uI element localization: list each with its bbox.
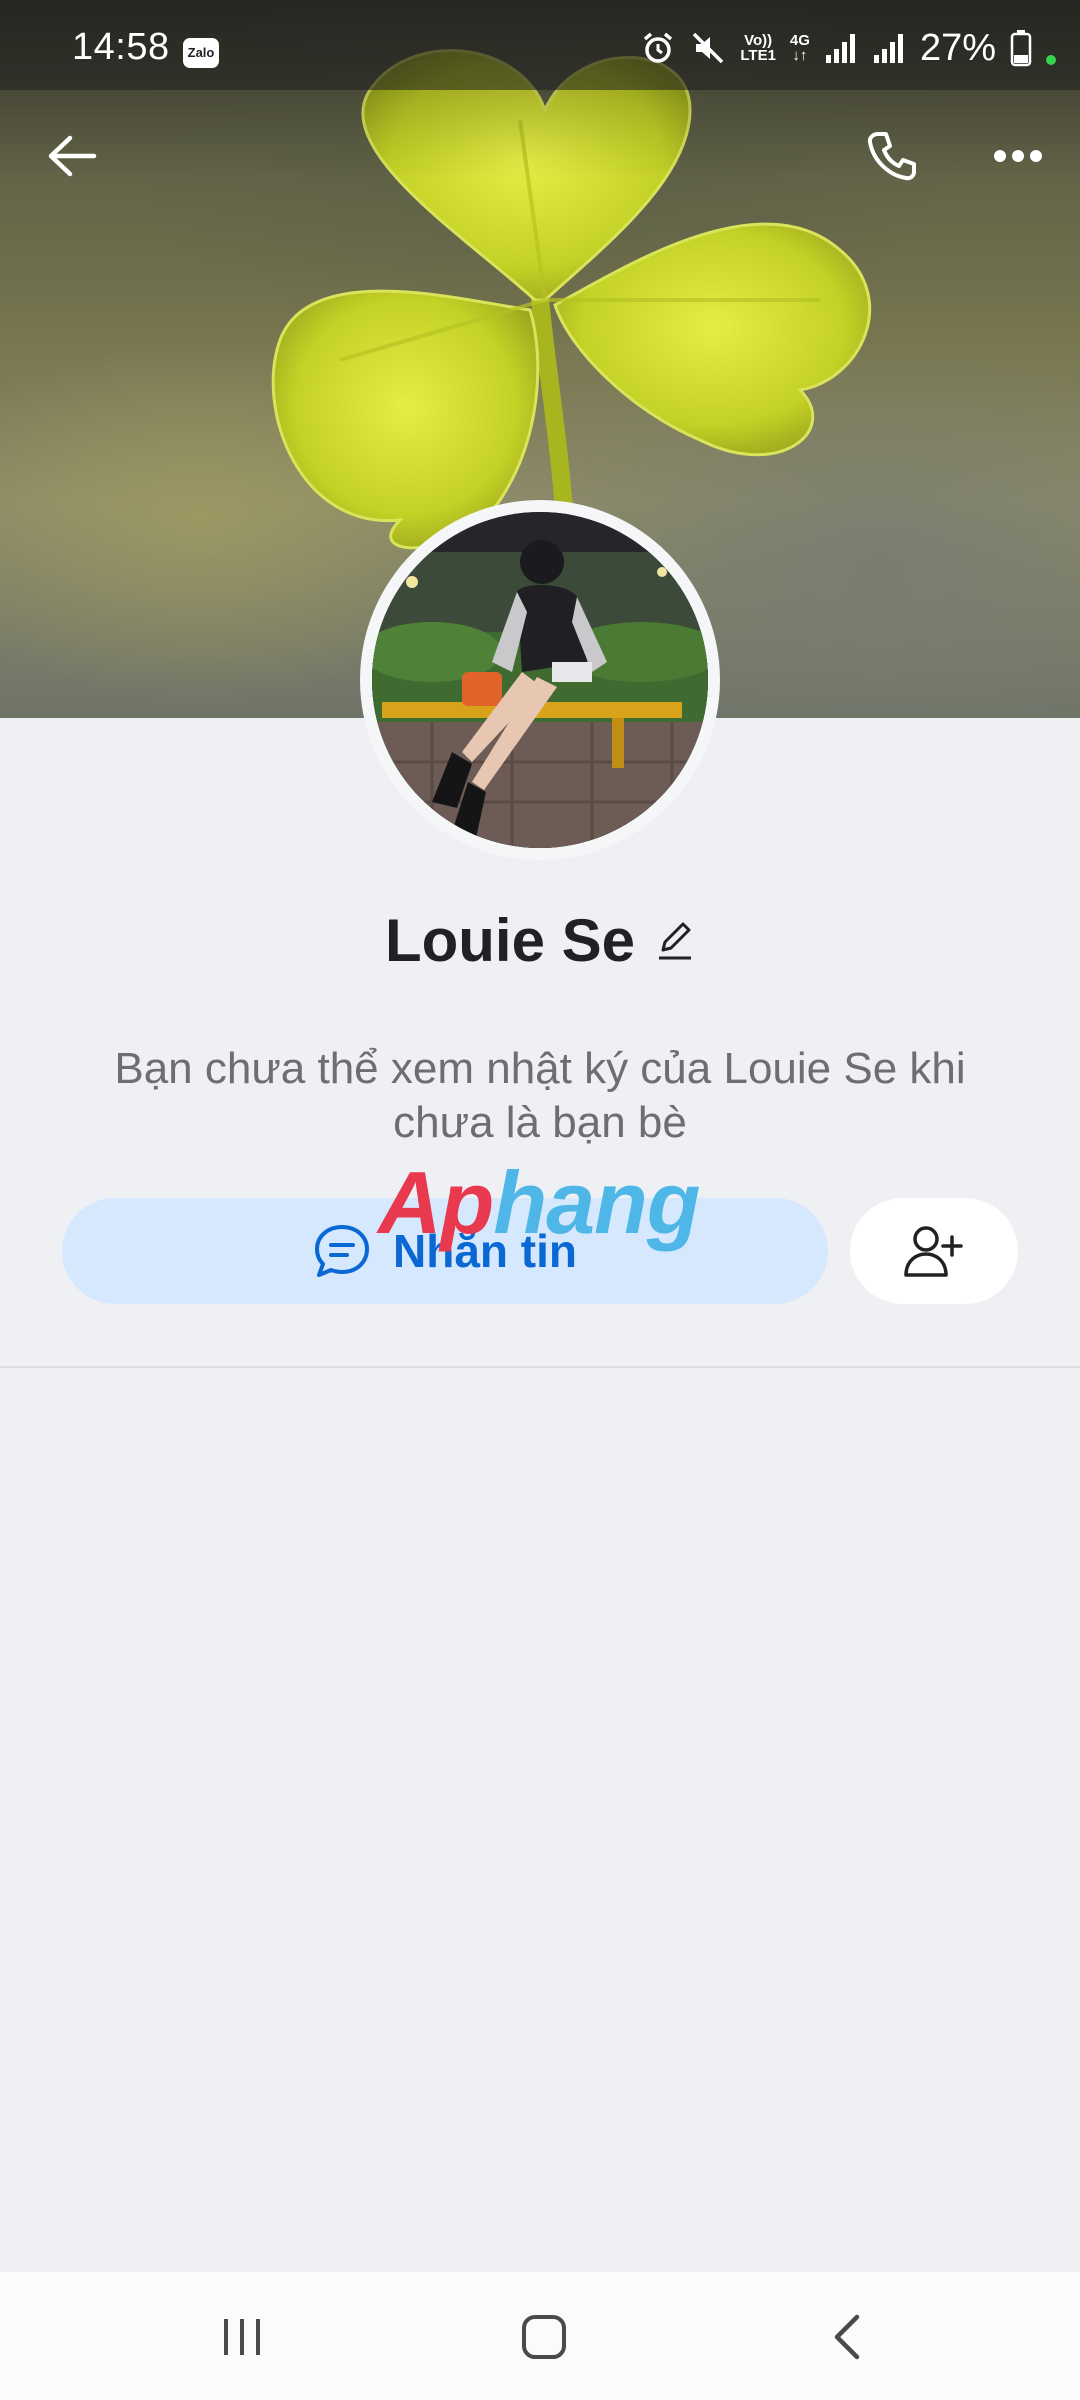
avatar[interactable] (372, 512, 708, 848)
battery-icon (1010, 30, 1032, 67)
network-type: 4G (789, 32, 810, 49)
status-bar: 14:58 Zalo Vo)) LTE1 4G ↓↑ 27% (0, 0, 1080, 90)
profile-name: Louie Se (384, 906, 636, 974)
zalo-notification-icon: Zalo (183, 38, 219, 68)
back-button[interactable] (32, 120, 112, 192)
system-nav-bar (0, 2272, 1080, 2400)
more-button[interactable] (978, 120, 1058, 192)
signal-icon (873, 34, 903, 63)
chat-bubble-icon (315, 1225, 369, 1277)
mute-icon (693, 32, 724, 64)
privacy-dot (1046, 55, 1056, 65)
alarm-icon (644, 32, 673, 63)
watermark-part2: hang (493, 1153, 700, 1252)
phone-icon (867, 132, 916, 181)
add-friend-button[interactable] (850, 1198, 1018, 1304)
nav-back-icon (834, 2314, 860, 2360)
home-icon (522, 2315, 566, 2359)
recent-apps-icon (224, 2319, 260, 2355)
home-button[interactable] (484, 2302, 604, 2372)
more-dots-icon (994, 150, 1042, 162)
status-time: 14:58 (72, 26, 170, 68)
back-arrow-icon (48, 135, 97, 177)
battery-percent: 27% (919, 26, 996, 69)
profile-name-row: Louie Se (0, 895, 1080, 985)
data-arrows-icon: ↓↑ (792, 47, 808, 64)
section-divider (0, 1366, 1080, 1368)
signal-icon (825, 34, 855, 63)
watermark-logo: Aphang (378, 1152, 701, 1254)
watermark-part1: Ap (378, 1153, 494, 1252)
add-friend-icon (904, 1226, 963, 1277)
nav-back-button[interactable] (786, 2302, 906, 2372)
network-indicator: 4G ↓↑ (790, 33, 810, 63)
avatar-photo (372, 512, 708, 848)
friend-required-notice: Bạn chưa thể xem nhật ký của Louie Se kh… (114, 1044, 966, 1147)
call-button[interactable] (852, 120, 932, 192)
volte-label: Vo)) (744, 32, 773, 49)
edit-name-button[interactable] (655, 918, 695, 962)
pencil-icon (659, 922, 692, 960)
volte-indicator: Vo)) LTE1 (740, 33, 776, 63)
lte-label: LTE1 (740, 47, 776, 64)
recent-apps-button[interactable] (182, 2302, 302, 2372)
